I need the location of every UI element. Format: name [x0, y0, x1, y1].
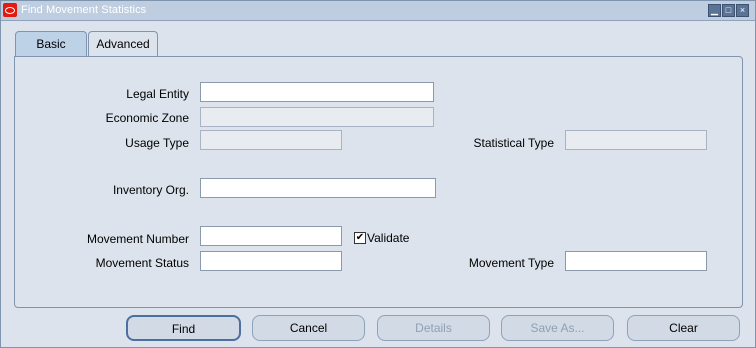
statistical-type-field — [565, 130, 707, 150]
details-button[interactable]: Details — [377, 315, 490, 341]
minimize-icon[interactable]: ▁ — [708, 4, 721, 17]
clear-button[interactable]: Clear — [627, 315, 740, 341]
economic-zone-field — [200, 107, 434, 127]
usage-type-field — [200, 130, 342, 150]
legal-entity-field[interactable] — [200, 82, 434, 102]
legal-entity-label: Legal Entity — [126, 87, 189, 101]
usage-type-label: Usage Type — [125, 136, 189, 150]
validate-label: Validate — [367, 231, 410, 245]
save-as-button[interactable]: Save As... — [501, 315, 614, 341]
oracle-logo-icon — [3, 3, 17, 17]
window-title: Find Movement Statistics — [21, 4, 147, 16]
economic-zone-label: Economic Zone — [105, 111, 189, 125]
cancel-button[interactable]: Cancel — [252, 315, 365, 341]
statistical-type-label: Statistical Type — [473, 136, 554, 150]
movement-status-field[interactable] — [200, 251, 342, 271]
validate-checkbox[interactable]: ✔ — [354, 232, 366, 244]
find-movement-statistics-window: Find Movement Statistics ▁ □ × Basic Adv… — [0, 0, 756, 348]
movement-type-field[interactable] — [565, 251, 707, 271]
inventory-org-field[interactable] — [200, 178, 436, 198]
movement-number-field[interactable] — [200, 226, 342, 246]
title-bar[interactable]: Find Movement Statistics ▁ □ × — [1, 1, 755, 21]
find-button[interactable]: Find — [126, 315, 241, 341]
inventory-org-label: Inventory Org. — [112, 183, 189, 197]
maximize-icon[interactable]: □ — [722, 4, 735, 17]
tab-basic[interactable]: Basic — [15, 31, 87, 56]
movement-status-label: Movement Status — [95, 256, 189, 270]
tab-advanced[interactable]: Advanced — [88, 31, 158, 56]
close-icon[interactable]: × — [736, 4, 749, 17]
movement-type-label: Movement Type — [468, 256, 554, 270]
movement-number-label: Movement Number — [86, 232, 189, 246]
